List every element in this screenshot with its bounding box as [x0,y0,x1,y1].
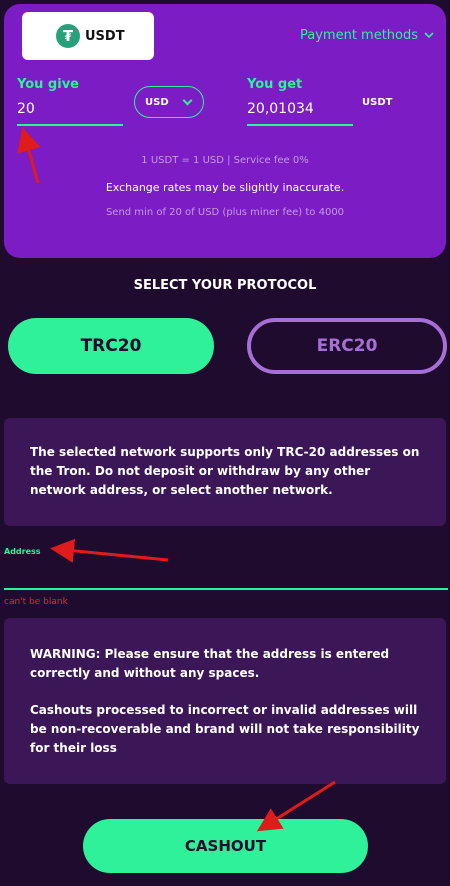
cashout-button[interactable]: CASHOUT [83,819,368,873]
address-input[interactable] [4,560,448,588]
rate-text: 1 USDT = 1 USD | Service fee 0% [141,155,309,166]
protocol-trc20-button[interactable]: TRC20 [8,318,214,374]
chevron-down-icon [182,95,193,105]
currency-select[interactable]: USD [134,86,204,118]
currency-value: USD [145,96,169,108]
tether-icon: ₮ [56,24,80,48]
you-get-underline [247,124,353,126]
you-give-underline [17,124,123,126]
you-give-input[interactable]: 20 [17,101,35,117]
get-currency-label: USDT [362,97,393,108]
payment-methods-link[interactable]: Payment methods [300,28,434,43]
address-label: Address [4,547,41,556]
network-info-text: The selected network supports only TRC-2… [30,445,420,497]
you-get-label: You get [247,77,303,92]
protocol-title: SELECT YOUR PROTOCOL [133,278,317,293]
chevron-down-icon [424,28,434,43]
limits-text: Send min of 20 of USD (plus miner fee) t… [105,207,345,218]
address-error: can't be blank [4,597,68,607]
warning-disclaimer: Cashouts processed to incorrect or inval… [30,703,420,755]
coin-selector[interactable]: ₮ USDT [22,12,154,60]
accuracy-note: Exchange rates may be slightly inaccurat… [105,181,345,194]
protocol-trc20-label: TRC20 [80,336,142,356]
cashout-label: CASHOUT [184,837,267,855]
payment-methods-label: Payment methods [300,28,419,43]
warning-text: WARNING: Please ensure that the address … [30,647,390,680]
you-give-label: You give [17,77,79,92]
protocol-erc20-button[interactable]: ERC20 [247,318,447,374]
protocol-erc20-label: ERC20 [316,336,378,356]
coin-label: USDT [85,28,125,44]
address-underline [4,588,448,590]
annotation-arrow-address [50,538,169,563]
you-get-value: 20,01034 [247,101,314,117]
